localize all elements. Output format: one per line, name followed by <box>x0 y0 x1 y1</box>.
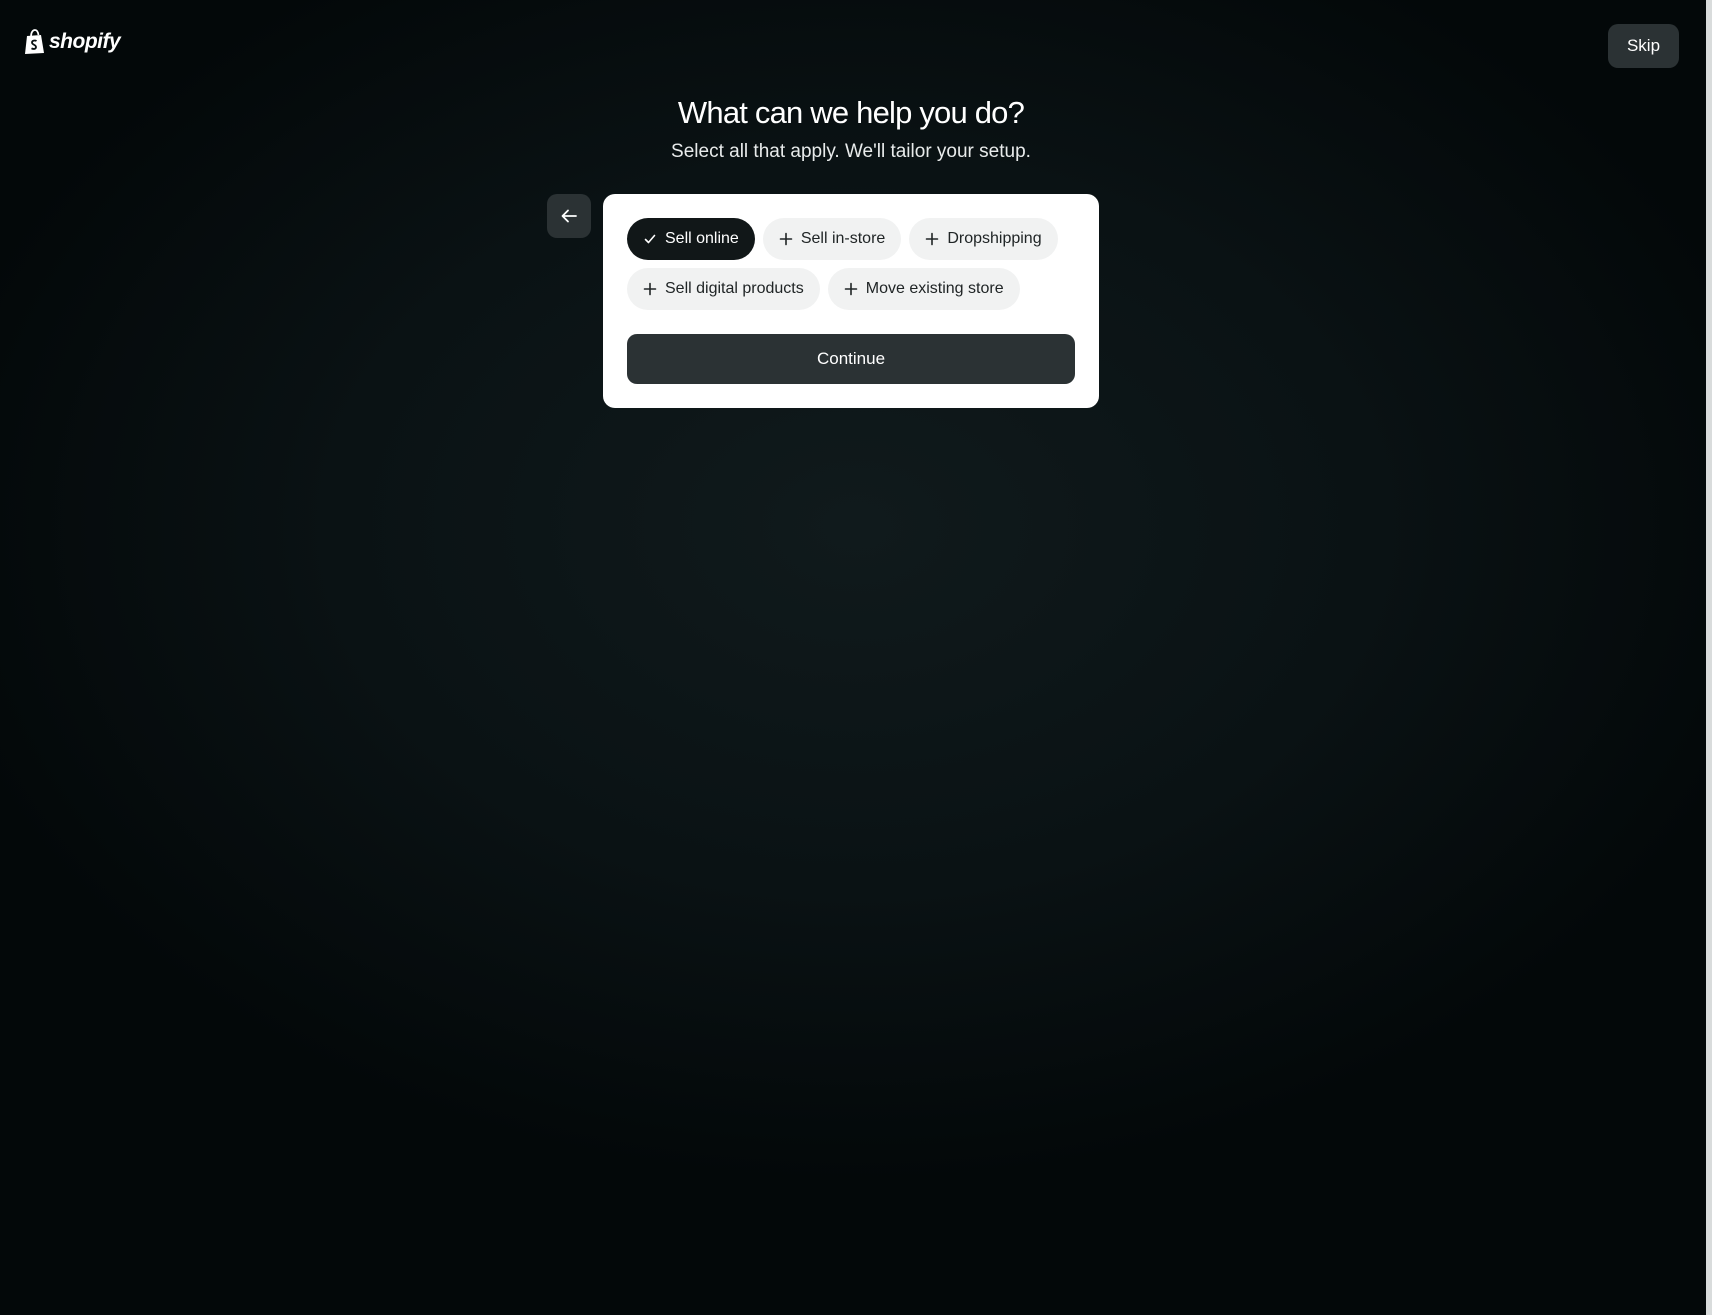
option-chip-sell-online[interactable]: Sell online <box>627 218 755 260</box>
back-button[interactable] <box>547 194 591 238</box>
option-chip-label: Sell digital products <box>665 280 804 297</box>
shopping-bag-icon <box>25 29 44 54</box>
option-chip-label: Sell online <box>665 230 739 247</box>
plus-icon <box>925 232 939 246</box>
page-title: What can we help you do? <box>677 95 1025 130</box>
option-chip-sell-digital-products[interactable]: Sell digital products <box>627 268 820 310</box>
arrow-left-icon <box>561 209 577 223</box>
option-chip-move-existing-store[interactable]: Move existing store <box>827 268 1020 310</box>
window-edge <box>1706 0 1712 1315</box>
continue-button[interactable]: Continue <box>627 334 1075 384</box>
logo-wordmark: shopify <box>49 30 121 53</box>
option-chips: Sell online Sell in-store Dropshipping S… <box>627 218 1075 310</box>
page-subtitle: Select all that apply. We'll tailor your… <box>671 141 1031 162</box>
plus-icon <box>643 282 657 296</box>
skip-button[interactable]: Skip <box>1608 24 1679 68</box>
check-icon <box>643 232 657 246</box>
option-chip-dropshipping[interactable]: Dropshipping <box>909 218 1058 260</box>
option-chip-label: Sell in-store <box>800 230 886 247</box>
option-chip-label: Move existing store <box>865 280 1004 297</box>
plus-icon <box>779 232 793 246</box>
option-chip-sell-in-store[interactable]: Sell in-store <box>762 218 902 260</box>
plus-icon <box>844 282 858 296</box>
shopify-logo[interactable]: shopify <box>24 29 121 55</box>
options-card: Sell online Sell in-store Dropshipping S… <box>603 194 1099 408</box>
option-chip-label: Dropshipping <box>947 230 1042 247</box>
